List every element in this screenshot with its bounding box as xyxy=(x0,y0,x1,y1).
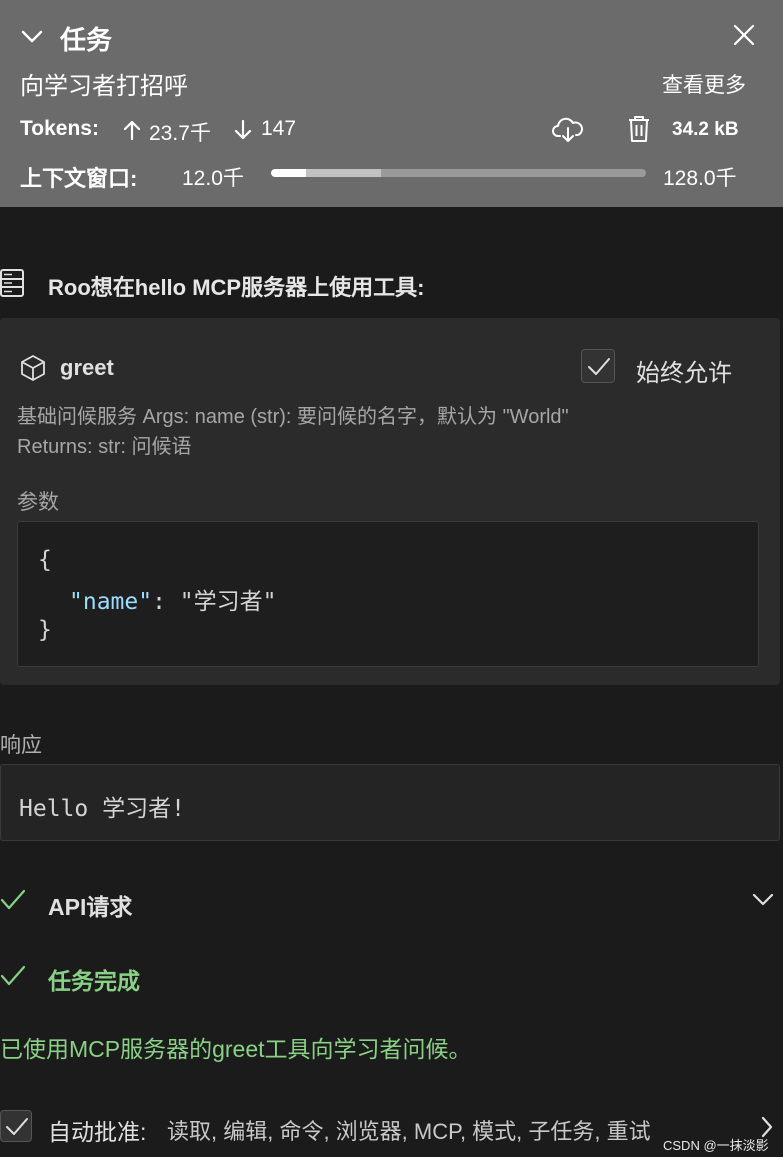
auto-approve-checkbox[interactable] xyxy=(0,1110,32,1142)
chevron-down-icon[interactable] xyxy=(752,892,774,908)
task-size: 34.2 kB xyxy=(672,119,739,140)
tool-description-line: Returns: str: 问候语 xyxy=(17,436,192,458)
checkmark-icon xyxy=(5,1116,29,1138)
server-icon xyxy=(0,269,24,297)
code-line: "name": "学习者" xyxy=(69,582,277,616)
check-icon xyxy=(0,964,26,988)
response-box: Hello 学习者! xyxy=(0,764,780,841)
checkmark-icon xyxy=(587,356,611,378)
trash-icon[interactable] xyxy=(627,115,651,143)
collapse-chevron-icon[interactable] xyxy=(20,24,44,48)
cube-icon xyxy=(20,354,46,382)
auto-approve-label: 自动批准: xyxy=(48,1119,147,1145)
auto-approve-items: 读取, 编辑, 命令, 浏览器, MCP, 模式, 子任务, 重试 xyxy=(167,1119,651,1144)
task-header-title: 任务 xyxy=(60,25,113,55)
task-complete-label: 任务完成 xyxy=(48,968,140,994)
arrow-down-icon xyxy=(233,119,253,141)
response-text: Hello 学习者! xyxy=(19,796,185,822)
context-window-label: 上下文窗口: xyxy=(20,166,138,191)
check-icon xyxy=(0,888,26,912)
code-separator: : xyxy=(152,589,180,615)
code-brace-open: { xyxy=(38,547,52,573)
see-more-link[interactable]: 查看更多 xyxy=(662,69,746,99)
close-icon[interactable] xyxy=(733,24,755,46)
arrow-up-icon xyxy=(122,119,142,141)
context-progress-bar xyxy=(271,169,646,177)
cloud-download-icon[interactable] xyxy=(552,115,584,143)
context-progress-reserved xyxy=(306,169,381,177)
api-request-label: API请求 xyxy=(48,894,133,920)
context-progress-used xyxy=(271,169,307,177)
tokens-down-value: 147 xyxy=(261,117,297,140)
mcp-request-heading: Roo想在hello MCP服务器上使用工具: xyxy=(48,275,425,300)
task-header: 任务 向学习者打招呼 查看更多 Tokens: 23.7千 147 34.2 k… xyxy=(0,0,783,207)
context-max-value: 128.0千 xyxy=(663,167,737,190)
api-request-row[interactable]: API请求 xyxy=(0,880,783,924)
tool-description-line: 基础问候服务 Args: name (str): 要问候的名字，默认为 "Wor… xyxy=(17,406,569,428)
task-name: 向学习者打招呼 xyxy=(20,73,188,100)
params-label: 参数 xyxy=(17,491,59,514)
tokens-label: Tokens: xyxy=(20,117,99,140)
response-label: 响应 xyxy=(0,734,42,757)
code-value: "学习者" xyxy=(179,589,277,615)
always-allow-checkbox[interactable] xyxy=(581,349,615,383)
task-complete-text: 已使用MCP服务器的greet工具向学习者问候。 xyxy=(0,1036,472,1062)
tool-description: 基础问候服务 Args: name (str): 要问候的名字，默认为 "Wor… xyxy=(17,402,569,462)
watermark: CSDN @一抹淡影 xyxy=(663,1138,769,1153)
code-key: "name" xyxy=(69,589,153,615)
tokens-up-value: 23.7千 xyxy=(149,122,211,145)
tool-name: greet xyxy=(60,355,114,380)
params-code-block: { "name": "学习者" } xyxy=(17,521,759,667)
always-allow-label[interactable]: 始终允许 xyxy=(636,353,732,388)
code-brace-close: } xyxy=(38,617,52,643)
context-used-value: 12.0千 xyxy=(182,167,244,190)
